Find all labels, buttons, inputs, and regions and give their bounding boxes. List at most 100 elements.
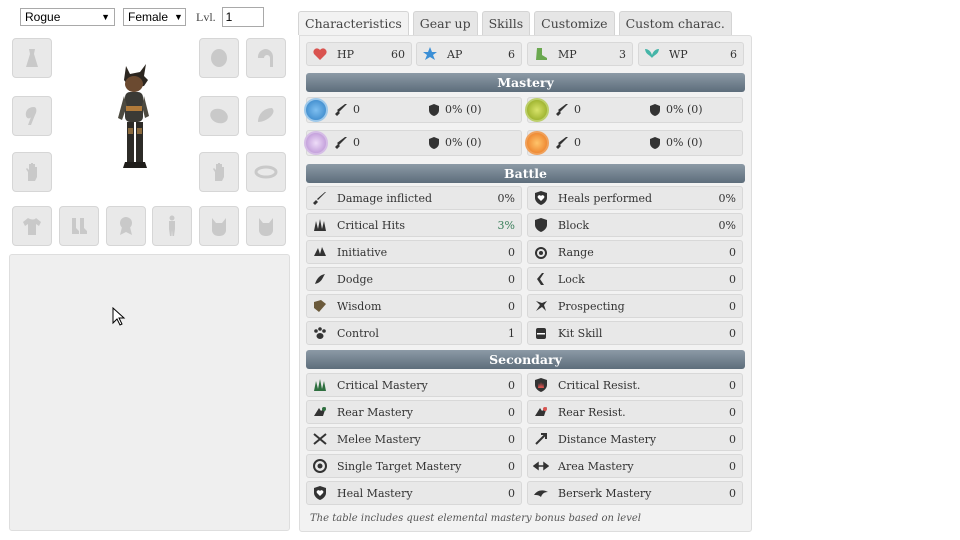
chevron-down-icon: ▼ [174,12,183,22]
heal-mastery-icon [311,484,329,502]
shield-icon [532,216,550,234]
helmet-slot-icon [211,49,227,67]
stat-berserk-mastery: Berserk Mastery 0 [527,481,743,505]
shoulders-slot[interactable] [199,96,239,136]
stat-wp: WP 6 [638,42,744,66]
rear-mastery-icon [311,403,329,421]
mount-slot-icon [259,218,273,237]
cape-slot-icon [25,107,37,125]
initiative-icon [311,243,329,261]
shield-icon [650,104,660,116]
stat-dodge: Dodge 0 [306,267,522,291]
helmet-slot[interactable] [199,38,239,78]
tab-characteristics[interactable]: Characteristics [298,11,409,35]
stat-lock: Lock 0 [527,267,743,291]
belt-slot[interactable] [246,152,286,192]
glove-left-slot-icon [26,163,37,181]
level-label: Lvl. [196,9,216,24]
shield-icon [429,137,439,149]
water-element-icon [304,98,328,122]
emblem-slot-icon [120,217,132,235]
tab-bar: Characteristics Gear up Skills Customize… [298,11,736,35]
ring-left-slot[interactable] [246,38,286,78]
berserk-mastery-icon [532,484,550,502]
stat-block: Block 0% [527,213,743,237]
footnote: The table includes quest elemental maste… [310,513,641,524]
stat-area-mastery: Area Mastery 0 [527,454,743,478]
shield-icon [650,137,660,149]
amulet-slot[interactable] [12,38,52,78]
stat-hp: HP 60 [306,42,412,66]
stat-melee-mastery: Melee Mastery 0 [306,427,522,451]
breastplate-slot[interactable] [246,96,286,136]
critical-resist-icon [532,376,550,394]
pet-slot[interactable] [199,206,239,246]
cape-slot[interactable] [12,96,52,136]
stat-wisdom: Wisdom 0 [306,294,522,318]
tab-customize[interactable]: Customize [534,11,615,35]
stat-control: Control 1 [306,321,522,345]
boot-icon [532,45,550,63]
stat-rear-mastery: Rear Mastery 0 [306,400,522,424]
tab-gear-up[interactable]: Gear up [412,11,478,35]
breastplate-slot-icon [258,108,274,122]
paw-icon [311,324,329,342]
amulet-slot-icon [26,49,38,67]
sword-icon [335,137,347,149]
mastery-row-fire: 0 0% (0) [525,130,743,156]
belt-slot-icon [254,165,278,179]
star-icon [421,45,439,63]
item-details-panel [9,254,290,531]
emblem-slot[interactable] [106,206,146,246]
stat-range: Range 0 [527,240,743,264]
glove-right-slot[interactable] [199,152,239,192]
class-select-value: Rogue [25,10,61,24]
boots-slot[interactable] [59,206,99,246]
shoulders-slot-icon [210,108,228,124]
gender-select[interactable]: Female ▼ [123,8,186,26]
mount-slot[interactable] [246,206,286,246]
chevron-down-icon: ▼ [101,12,110,22]
critical-mastery-icon [311,376,329,394]
stat-critical-resist: Critical Resist. 0 [527,373,743,397]
melee-mastery-icon [311,430,329,448]
wings-icon [643,45,661,63]
dodge-icon [311,270,329,288]
air-element-icon [304,131,328,155]
shirt-slot-icon [23,218,41,235]
shirt-slot[interactable] [12,206,52,246]
stat-damage-inflicted: Damage inflicted 0% [306,186,522,210]
mastery-row-earth: 0 0% (0) [525,97,743,123]
character-avatar [118,64,149,168]
class-select[interactable]: Rogue ▼ [20,8,115,26]
tab-skills[interactable]: Skills [481,11,531,35]
character-toolbar: Rogue ▼ Female ▼ Lvl. [20,7,264,27]
pet-slot-icon [212,218,226,237]
area-mastery-icon [532,457,550,475]
stat-heal-mastery: Heal Mastery 0 [306,481,522,505]
tab-custom-charac[interactable]: Custom charac. [618,11,732,35]
gender-select-value: Female [128,10,169,24]
sword-icon [335,104,347,116]
sword-icon [311,189,329,207]
rear-resist-icon [532,403,550,421]
sword-icon [556,104,568,116]
glove-left-slot[interactable] [12,152,52,192]
heart-icon [311,45,329,63]
stat-prospecting: Prospecting 0 [527,294,743,318]
prospecting-icon [532,297,550,315]
ring-left-slot-icon [257,48,274,67]
target-icon [311,457,329,475]
stat-critical-hits: Critical Hits 3% [306,213,522,237]
stat-distance-mastery: Distance Mastery 0 [527,427,743,451]
mastery-header: Mastery [306,73,745,92]
stat-ap: AP 6 [416,42,522,66]
stat-critical-mastery: Critical Mastery 0 [306,373,522,397]
stat-initiative: Initiative 0 [306,240,522,264]
stat-kit-skill: Kit Skill 0 [527,321,743,345]
costume-slot[interactable] [152,206,192,246]
arrow-icon [532,430,550,448]
level-input[interactable] [221,7,264,27]
battle-header: Battle [306,164,745,183]
lock-icon [532,270,550,288]
